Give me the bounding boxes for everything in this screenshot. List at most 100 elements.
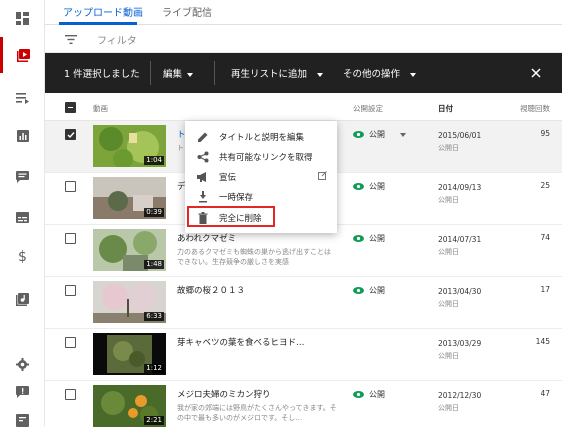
- views-count: 145: [535, 337, 550, 346]
- visibility-dropdown[interactable]: 公開: [353, 285, 385, 296]
- row-checkbox[interactable]: [65, 285, 76, 296]
- selection-count: 1 件選択しました: [64, 69, 140, 80]
- video-thumbnail[interactable]: 2:21: [93, 385, 166, 427]
- divider: [150, 61, 151, 85]
- monetization-icon[interactable]: $: [0, 239, 45, 275]
- video-title[interactable]: あわれクマゼミ: [177, 232, 236, 244]
- analytics-icon[interactable]: [0, 118, 45, 154]
- visibility-dropdown[interactable]: 公開: [353, 233, 385, 244]
- playlist-icon[interactable]: [0, 80, 45, 116]
- date-subtext: 公開日: [438, 352, 459, 360]
- tab-uploads[interactable]: アップロード動画: [63, 4, 143, 19]
- menu-item-edit-title[interactable]: タイトルと説明を編集: [185, 128, 337, 147]
- row-checkbox[interactable]: [65, 337, 76, 348]
- menu-item-save-offline[interactable]: 一時保存: [185, 188, 337, 207]
- megaphone-icon: [197, 172, 206, 182]
- download-icon: [199, 191, 207, 203]
- views-count: 47: [540, 389, 550, 398]
- menu-item-promote[interactable]: 宣伝: [185, 168, 337, 187]
- visibility-label: 公開: [369, 130, 385, 139]
- row-checkbox[interactable]: [65, 181, 76, 192]
- video-title[interactable]: 芽キャベツの葉を食べるヒヨド…: [177, 336, 305, 348]
- comments-icon[interactable]: [0, 159, 45, 195]
- table-row[interactable]: 6:33 故郷の桜２０１３ 公開 2013/04/30 公開日 17: [45, 277, 562, 329]
- left-nav-rail: $: [0, 0, 45, 427]
- date-value: 2013/04/30: [438, 287, 482, 296]
- video-title[interactable]: 故郷の桜２０１３: [177, 284, 245, 296]
- add-to-playlist-dropdown[interactable]: 再生リストに追加: [231, 66, 324, 80]
- pencil-icon: [198, 132, 208, 142]
- dashboard-icon[interactable]: [0, 0, 45, 36]
- visibility-dropdown[interactable]: 公開: [353, 389, 385, 400]
- creator-studio-classic-icon[interactable]: [0, 402, 45, 438]
- check-icon: [67, 131, 75, 138]
- video-thumbnail[interactable]: 1:48: [93, 229, 166, 271]
- row-checkbox[interactable]: [65, 233, 76, 244]
- date-value: 2014/07/31: [438, 235, 482, 244]
- divider: [214, 61, 215, 85]
- visibility-label: 公開: [369, 182, 385, 191]
- table-row[interactable]: 2:21 メジロ夫婦のミカン狩り 我が家の郊端には野鳥がたくさんやってきます。そ…: [45, 381, 562, 433]
- row-checkbox[interactable]: [65, 129, 76, 140]
- tab-live[interactable]: ライブ配信: [162, 4, 212, 19]
- visibility-dropdown[interactable]: 公開: [353, 181, 385, 192]
- duration-badge: 0:39: [144, 208, 164, 217]
- add-to-playlist-label: 再生リストに追加: [231, 69, 308, 80]
- filter-bar[interactable]: フィルタ: [45, 25, 562, 53]
- chevron-down-icon: [317, 72, 324, 77]
- close-icon[interactable]: [531, 68, 541, 78]
- menu-item-label: 共有可能なリンクを取得: [219, 153, 313, 163]
- header-views[interactable]: 視聴回数: [520, 103, 550, 114]
- date-cell: 2014/09/13 公開日: [438, 181, 481, 207]
- videos-icon[interactable]: [0, 37, 45, 73]
- eye-icon: [353, 131, 364, 138]
- duration-badge: 1:48: [144, 260, 164, 269]
- visibility-label: 公開: [369, 390, 385, 399]
- delete-highlight-box: [187, 206, 275, 227]
- duration-badge: 2:21: [144, 416, 164, 425]
- chevron-down-icon: [187, 72, 194, 77]
- edit-dropdown[interactable]: 編集: [163, 66, 194, 80]
- video-title[interactable]: メジロ夫婦のミカン狩り: [177, 388, 271, 400]
- video-thumbnail[interactable]: 1:04: [93, 125, 166, 167]
- header-date[interactable]: 日付: [438, 103, 453, 114]
- views-count: 95: [540, 129, 550, 138]
- select-all-checkbox[interactable]: [65, 102, 76, 113]
- date-cell: 2013/03/29 公開日: [438, 337, 481, 363]
- video-thumbnail[interactable]: 0:39: [93, 177, 166, 219]
- filter-icon[interactable]: [65, 35, 77, 44]
- menu-item-label: タイトルと説明を編集: [219, 133, 305, 143]
- date-subtext: 公開日: [438, 144, 459, 152]
- views-count: 74: [540, 233, 550, 242]
- video-description: 力のあるクマゼミも蜘蛛の巣から逃げ出すことはできない。生存競争の厳しさを実感: [177, 248, 331, 266]
- chevron-down-icon: [399, 132, 406, 137]
- subtitles-icon[interactable]: [0, 199, 45, 235]
- date-cell: 2014/07/31 公開日: [438, 233, 481, 259]
- menu-item-share-link[interactable]: 共有可能なリンクを取得: [185, 148, 337, 167]
- header-visibility[interactable]: 公開設定: [353, 103, 383, 114]
- date-value: 2015/06/01: [438, 131, 482, 140]
- indeterminate-mark: [68, 106, 73, 108]
- video-thumbnail[interactable]: 6:33: [93, 281, 166, 323]
- date-value: 2012/12/30: [438, 391, 482, 400]
- eye-icon: [353, 183, 364, 190]
- filter-label[interactable]: フィルタ: [97, 32, 137, 47]
- edit-label: 編集: [163, 69, 183, 80]
- eye-icon: [353, 287, 364, 294]
- more-actions-dropdown[interactable]: その他の操作: [343, 66, 417, 80]
- date-cell: 2013/04/30 公開日: [438, 285, 481, 311]
- video-thumbnail[interactable]: 1:12: [93, 333, 166, 375]
- duration-badge: 1:12: [144, 364, 164, 373]
- eye-icon: [353, 235, 364, 242]
- date-value: 2013/03/29: [438, 339, 482, 348]
- date-cell: 2015/06/01 公開日: [438, 129, 481, 155]
- visibility-label: 公開: [369, 286, 385, 295]
- duration-badge: 1:04: [144, 156, 164, 165]
- visibility-dropdown[interactable]: 公開: [353, 129, 406, 140]
- share-icon: [197, 151, 209, 163]
- audio-library-icon[interactable]: [0, 281, 45, 317]
- date-subtext: 公開日: [438, 300, 459, 308]
- date-cell: 2012/12/30 公開日: [438, 389, 481, 415]
- table-row[interactable]: 1:12 芽キャベツの葉を食べるヒヨド… 2013/03/29 公開日 145: [45, 329, 562, 381]
- row-checkbox[interactable]: [65, 389, 76, 400]
